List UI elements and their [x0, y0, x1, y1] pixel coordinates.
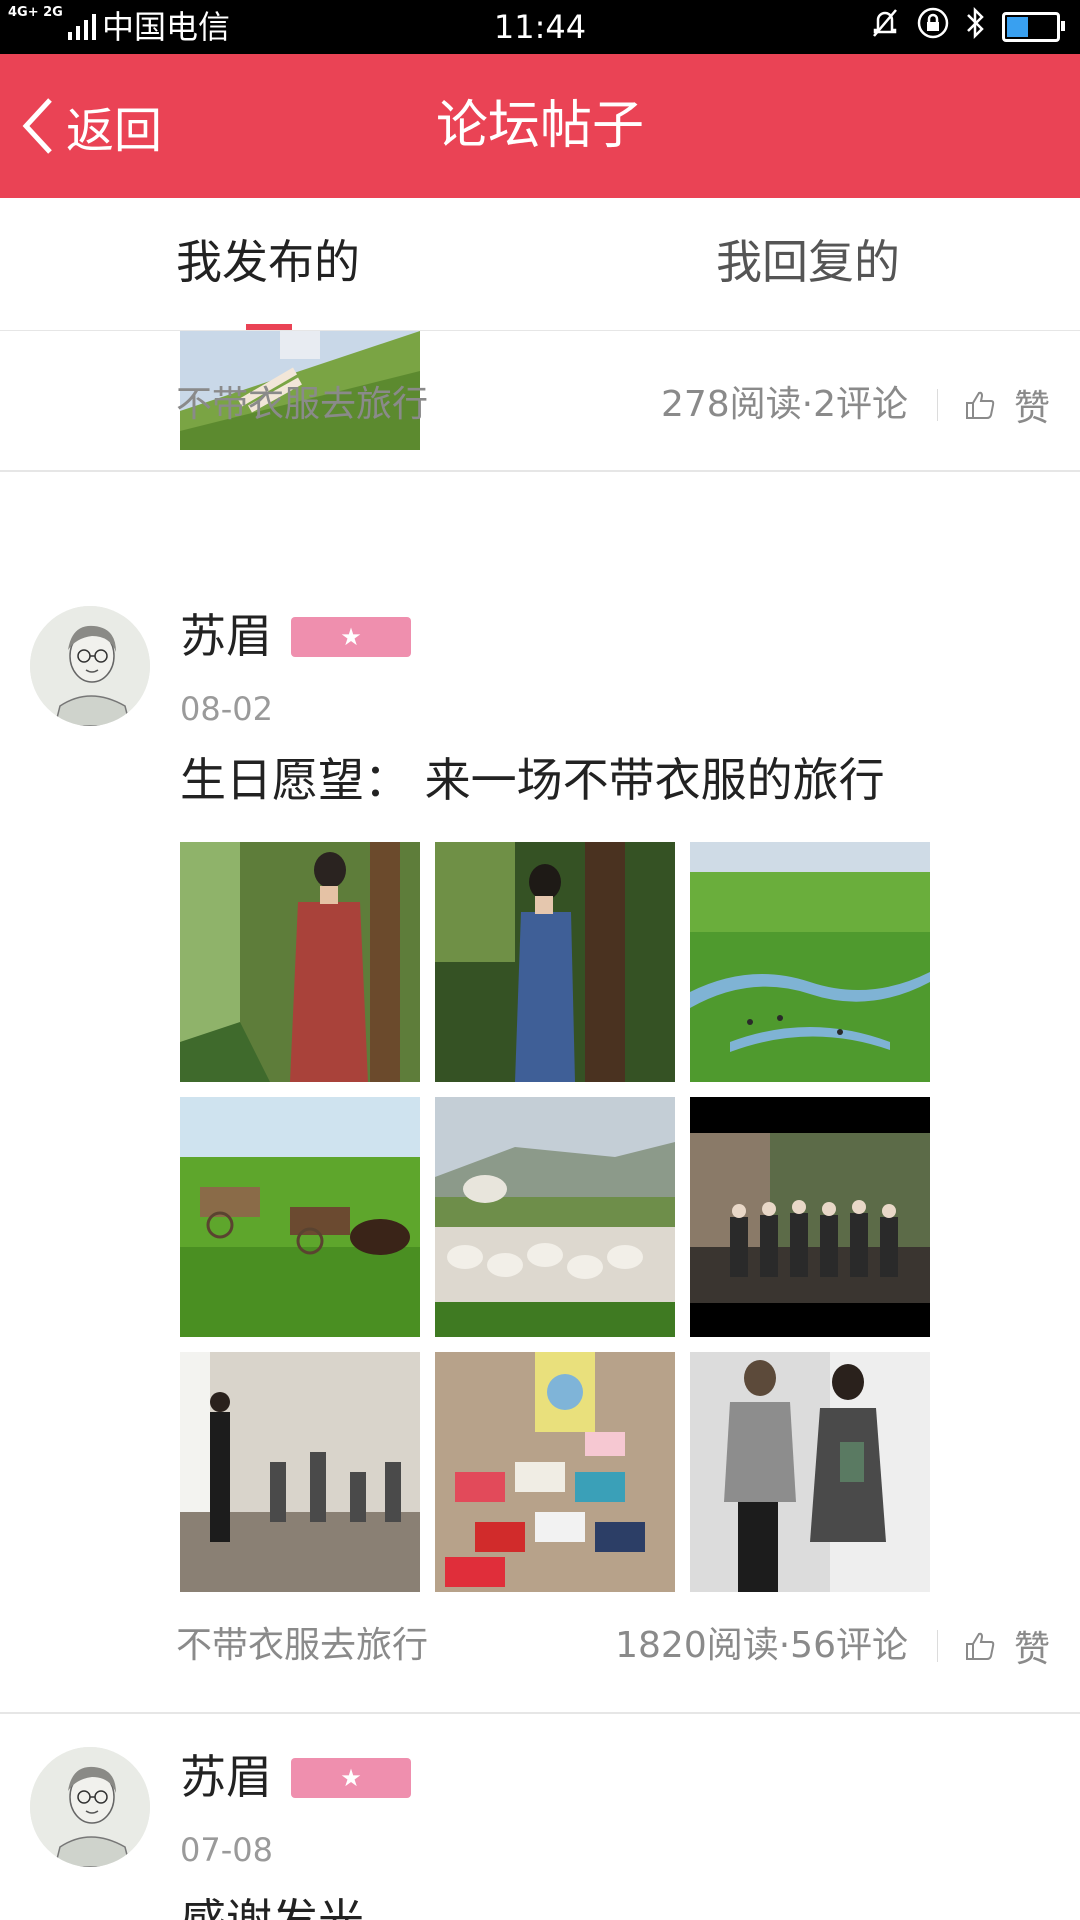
post-stats: 1820阅读·56评论: [615, 1625, 908, 1666]
post-stats: 278阅读·2评论: [660, 384, 908, 425]
status-icons: [868, 6, 1065, 44]
post-image[interactable]: [690, 1097, 930, 1337]
tab-indicator: [246, 324, 292, 330]
like-label: 赞: [1013, 388, 1050, 429]
avatar[interactable]: [30, 1747, 150, 1867]
page-title: 论坛帖子: [435, 96, 644, 156]
post-list[interactable]: 不带衣服去旅行 278阅读·2评论 赞 苏眉 ★ 08-02 生日愿望： 来一场…: [0, 331, 1080, 1920]
post-image[interactable]: [180, 1097, 420, 1337]
author-name[interactable]: 苏眉: [180, 606, 272, 666]
star-icon: ★: [340, 1764, 362, 1792]
divider: [937, 1630, 938, 1662]
post-image[interactable]: [690, 842, 930, 1082]
member-badge: ★: [291, 1758, 411, 1798]
mute-icon: [868, 6, 902, 48]
tab-my-posts[interactable]: 我发布的: [176, 230, 360, 294]
like-label: 赞: [1013, 1629, 1050, 1670]
divider: [937, 389, 938, 421]
thumbs-up-icon: [965, 1632, 995, 1660]
post-footer: 不带衣服去旅行 278阅读·2评论 赞: [0, 375, 1080, 435]
avatar[interactable]: [30, 606, 150, 726]
status-bar: 4G+ 2G 中国电信 11:44: [0, 0, 1080, 54]
tab-bar: 我发布的 我回复的: [0, 198, 1080, 331]
like-button[interactable]: 赞: [964, 1616, 1050, 1676]
post-topic-tag[interactable]: 不带衣服去旅行: [176, 375, 428, 435]
post-image[interactable]: [435, 1352, 675, 1592]
tab-my-replies[interactable]: 我回复的: [716, 230, 900, 294]
post-date: 07-08: [180, 1831, 273, 1869]
star-icon: ★: [340, 623, 362, 651]
post-image[interactable]: [690, 1352, 930, 1592]
like-button[interactable]: 赞: [964, 375, 1050, 435]
post-image[interactable]: [435, 842, 675, 1082]
post-footer: 不带衣服去旅行 1820阅读·56评论 赞: [0, 1616, 1080, 1676]
battery-icon: [1002, 12, 1065, 42]
author-name[interactable]: 苏眉: [180, 1747, 272, 1807]
post-separator: [0, 470, 1080, 472]
post-image[interactable]: [435, 1097, 675, 1337]
post-separator: [0, 1712, 1080, 1714]
rotation-lock-icon: [916, 6, 950, 48]
member-badge: ★: [291, 617, 411, 657]
post-topic-tag[interactable]: 不带衣服去旅行: [176, 1616, 428, 1676]
post-title[interactable]: 生日愿望： 来一场不带衣服的旅行: [180, 748, 885, 812]
header-bar: 返回 论坛帖子: [0, 54, 1080, 198]
thumbs-up-icon: [965, 391, 995, 419]
post-image[interactable]: [180, 1352, 420, 1592]
post-title[interactable]: 感谢发光: [180, 1889, 364, 1920]
bluetooth-icon: [964, 6, 988, 48]
post-date: 08-02: [180, 690, 273, 728]
post-image[interactable]: [180, 842, 420, 1082]
